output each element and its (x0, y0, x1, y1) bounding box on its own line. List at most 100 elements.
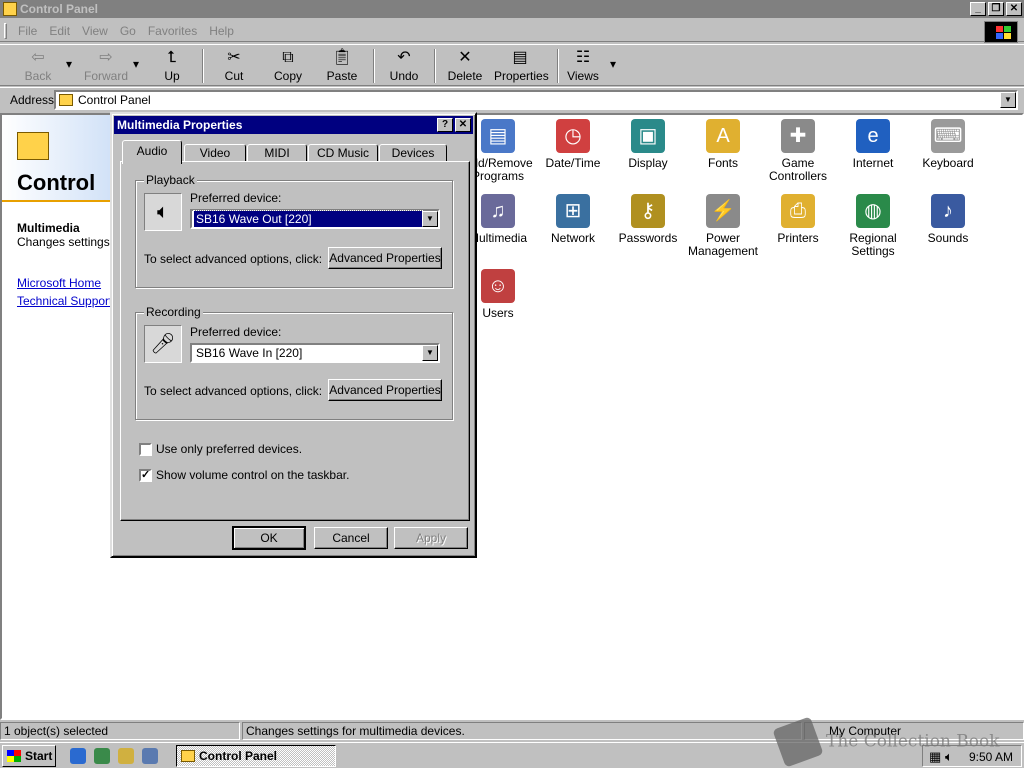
internet-icon: e (856, 119, 890, 153)
toolbar-separator (557, 49, 559, 83)
playback-group: Playback 🔈︎ Preferred device: SB16 Wave … (135, 173, 453, 288)
tab-video[interactable]: Video (184, 144, 246, 162)
icon-date-time[interactable]: ◷ Date/Time (535, 119, 611, 170)
regional-settings-icon: ◍ (856, 194, 890, 228)
status-description: Changes settings for multimedia devices. (242, 722, 802, 740)
multimedia-icon: ♫ (481, 194, 515, 228)
tab-midi[interactable]: MIDI (247, 144, 307, 162)
web-view-divider (2, 200, 117, 202)
playback-device-select[interactable]: SB16 Wave Out [220] ▼ (190, 209, 440, 229)
recording-advanced-properties-button[interactable]: Advanced Properties (328, 379, 442, 401)
icon-label: Date/Time (545, 156, 601, 170)
paste-icon: 📋︎ (331, 49, 353, 66)
icon-display[interactable]: ▣ Display (610, 119, 686, 170)
windows-flag-icon (7, 750, 21, 762)
cut-button[interactable]: ✂ Cut (216, 47, 252, 85)
show-volume-control-label[interactable]: Show volume control on the taskbar. (156, 468, 349, 482)
menu-help[interactable]: Help (203, 20, 240, 42)
icon-regional-settings[interactable]: ◍ Regional Settings (835, 194, 911, 258)
show-volume-control-checkbox[interactable]: ✓ (139, 469, 152, 482)
icon-power-management[interactable]: ⚡ Power Management (685, 194, 761, 258)
views-button[interactable]: ☷ Views (566, 47, 600, 85)
icon-label: Fonts (707, 156, 738, 170)
use-preferred-devices-checkbox[interactable] (139, 443, 152, 456)
forward-button[interactable]: ⇨ Forward (84, 47, 128, 85)
show-desktop-icon[interactable] (118, 748, 134, 764)
fonts-icon: A (706, 119, 740, 153)
playback-advanced-properties-button[interactable]: Advanced Properties (328, 247, 442, 269)
recording-dropdown-button[interactable]: ▼ (422, 345, 438, 361)
address-dropdown-button[interactable]: ▼ (1000, 92, 1016, 108)
icon-label: Sounds (927, 231, 969, 245)
icon-sounds[interactable]: ♪ Sounds (910, 194, 986, 245)
icon-fonts[interactable]: A Fonts (685, 119, 761, 170)
ok-button[interactable]: OK (232, 526, 306, 550)
keyboard-icon: ⌨ (931, 119, 965, 153)
paste-button[interactable]: 📋︎ Paste (322, 47, 362, 85)
minimize-button[interactable]: _ (970, 2, 986, 16)
icon-keyboard[interactable]: ⌨ Keyboard (910, 119, 986, 170)
windows-logo-icon (984, 21, 1018, 43)
network-icon: ⊞ (556, 194, 590, 228)
microsoft-home-link[interactable]: Microsoft Home (17, 276, 101, 290)
menu-go[interactable]: Go (114, 20, 142, 42)
dialog-titlebar[interactable]: Multimedia Properties ? ✕ (114, 116, 473, 134)
cancel-button[interactable]: Cancel (314, 527, 388, 549)
internet-explorer-icon[interactable] (70, 748, 86, 764)
properties-button[interactable]: ▤ Properties (494, 47, 549, 85)
tab-devices[interactable]: Devices (379, 144, 447, 162)
channels-icon[interactable] (142, 748, 158, 764)
tab-audio[interactable]: Audio (122, 140, 182, 164)
up-button[interactable]: ⮤ Up (155, 47, 189, 85)
undo-button[interactable]: ↶ Undo (386, 47, 422, 85)
window-title: Control Panel (20, 2, 99, 16)
menu-edit[interactable]: Edit (43, 20, 76, 42)
properties-icon: ▤ (512, 49, 528, 66)
up-folder-icon: ⮤ (167, 49, 177, 66)
icon-passwords[interactable]: ⚷ Passwords (610, 194, 686, 245)
display-icon: ▣ (631, 119, 665, 153)
taskbar-control-panel-button[interactable]: Control Panel (176, 745, 336, 767)
playback-dropdown-button[interactable]: ▼ (422, 211, 438, 227)
icon-game-controllers[interactable]: ✚ Game Controllers (760, 119, 836, 183)
scissors-icon: ✂ (227, 49, 241, 66)
recording-preferred-label: Preferred device: (190, 325, 282, 339)
users-icon: ☺ (481, 269, 515, 303)
icon-label: Network (550, 231, 595, 245)
book-logo-icon (772, 716, 824, 768)
use-preferred-devices-label[interactable]: Use only preferred devices. (156, 442, 302, 456)
icon-label: Passwords (618, 231, 678, 245)
icon-printers[interactable]: ⎙ Printers (760, 194, 836, 245)
back-button[interactable]: ⇦ Back (20, 47, 56, 85)
menu-file[interactable]: File (12, 20, 43, 42)
address-input[interactable]: Control Panel ▼ (54, 90, 1018, 110)
playback-advanced-text: To select advanced options, click: (144, 252, 323, 266)
delete-button[interactable]: ✕ Delete (446, 47, 484, 85)
close-button[interactable]: ✕ (1006, 2, 1022, 16)
copy-button[interactable]: ⧉ Copy (270, 47, 306, 85)
icon-network[interactable]: ⊞ Network (535, 194, 611, 245)
dialog-close-button[interactable]: ✕ (455, 118, 471, 132)
control-panel-icon (59, 94, 73, 106)
recording-group: Recording 🎤︎ Preferred device: SB16 Wave… (135, 305, 453, 420)
icon-internet[interactable]: e Internet (835, 119, 911, 170)
window-titlebar[interactable]: Control Panel _ ❐ ✕ (0, 0, 1024, 18)
address-bar: Address Control Panel ▼ (0, 87, 1024, 111)
help-button[interactable]: ? (437, 118, 453, 132)
control-panel-folder-icon (17, 132, 49, 160)
tab-cd-music[interactable]: CD Music (308, 144, 378, 162)
views-icon: ☷ (575, 49, 591, 66)
outlook-express-icon[interactable] (94, 748, 110, 764)
toolbar-separator (202, 49, 204, 83)
sounds-icon: ♪ (931, 194, 965, 228)
forward-arrow-icon: ⇨ (99, 49, 113, 66)
menu-view[interactable]: View (76, 20, 114, 42)
recording-device-select[interactable]: SB16 Wave In [220] ▼ (190, 343, 440, 363)
menu-favorites[interactable]: Favorites (142, 20, 203, 42)
start-button[interactable]: Start (2, 745, 56, 767)
back-arrow-icon: ⇦ (31, 49, 45, 66)
restore-button[interactable]: ❐ (988, 2, 1004, 16)
technical-support-link[interactable]: Technical Support (17, 294, 112, 308)
apply-button[interactable]: Apply (394, 527, 468, 549)
tab-strip: Audio Video MIDI CD Music Devices (120, 140, 470, 164)
